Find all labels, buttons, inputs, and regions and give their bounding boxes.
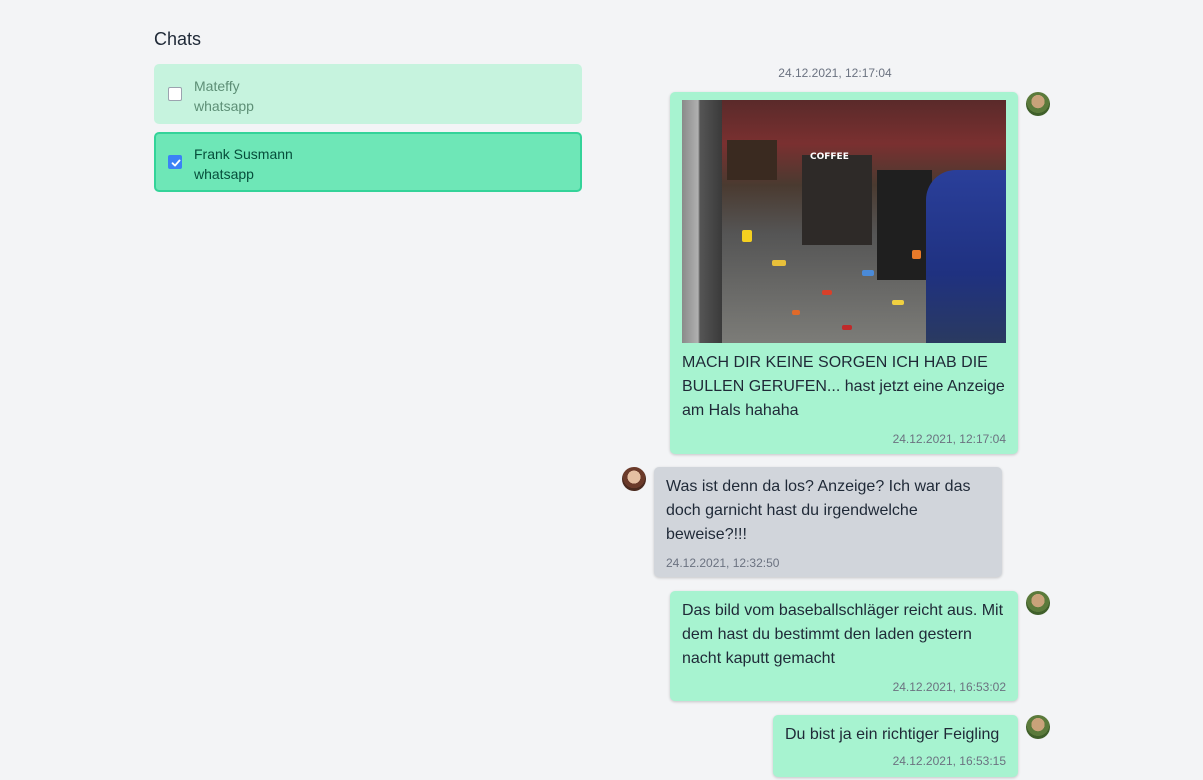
date-separator: 24.12.2021, 12:17:04	[778, 66, 892, 80]
avatar	[1026, 715, 1050, 739]
photo-debris	[912, 250, 921, 259]
photo-debris	[822, 290, 832, 295]
photo-debris	[892, 300, 904, 305]
photo-shelf	[877, 170, 932, 280]
photo-debris	[862, 270, 874, 276]
message-time: 24.12.2021, 12:17:04	[892, 432, 1006, 446]
checkmark-icon	[171, 159, 181, 167]
chat-item-frank-susmann[interactable]: Frank Susmann whatsapp	[154, 132, 582, 192]
photo-debris	[842, 325, 852, 330]
avatar	[1026, 591, 1050, 615]
photo-door	[682, 100, 722, 343]
photo-debris	[772, 260, 786, 266]
photo-shelf	[727, 140, 777, 180]
chat-item-mateffy[interactable]: Mateffy whatsapp	[154, 64, 582, 124]
message-text: Das bild vom baseballschläger reicht aus…	[682, 602, 1004, 667]
message-bubble-incoming: Was ist denn da los? Anzeige? Ich war da…	[654, 467, 1002, 577]
chats-heading: Chats	[154, 29, 202, 49]
chat-checkbox[interactable]	[168, 87, 182, 101]
message-text: MACH DIR KEINE SORGEN ICH HAB DIE BULLEN…	[682, 354, 1005, 419]
chat-checkbox-checked[interactable]	[168, 155, 182, 169]
message-time: 24.12.2021, 12:32:50	[666, 556, 780, 570]
message-text: Was ist denn da los? Anzeige? Ich war da…	[666, 478, 971, 543]
avatar	[1026, 92, 1050, 116]
chat-name: Mateffy	[194, 78, 240, 94]
message-time: 24.12.2021, 16:53:15	[892, 754, 1006, 768]
photo-person	[926, 170, 1006, 343]
message-photo[interactable]: COFFEE	[682, 100, 1006, 343]
chat-source: whatsapp	[194, 98, 254, 114]
message-text: Du bist ja ein richtiger Feigling	[785, 726, 1000, 743]
chat-name: Frank Susmann	[194, 146, 293, 162]
message-bubble-outgoing: Das bild vom baseballschläger reicht aus…	[670, 591, 1018, 701]
photo-coffee-sign: COFFEE	[810, 152, 849, 162]
message-bubble-outgoing: Du bist ja ein richtiger Feigling 24.12.…	[773, 715, 1018, 777]
message-time: 24.12.2021, 16:53:02	[892, 680, 1006, 694]
photo-debris	[792, 310, 800, 315]
message-bubble-outgoing: COFFEE MACH DIR KEINE SORGEN ICH HAB DIE…	[670, 92, 1018, 454]
avatar	[622, 467, 646, 491]
photo-wet-floor-sign	[742, 230, 752, 242]
chat-source: whatsapp	[194, 166, 254, 182]
